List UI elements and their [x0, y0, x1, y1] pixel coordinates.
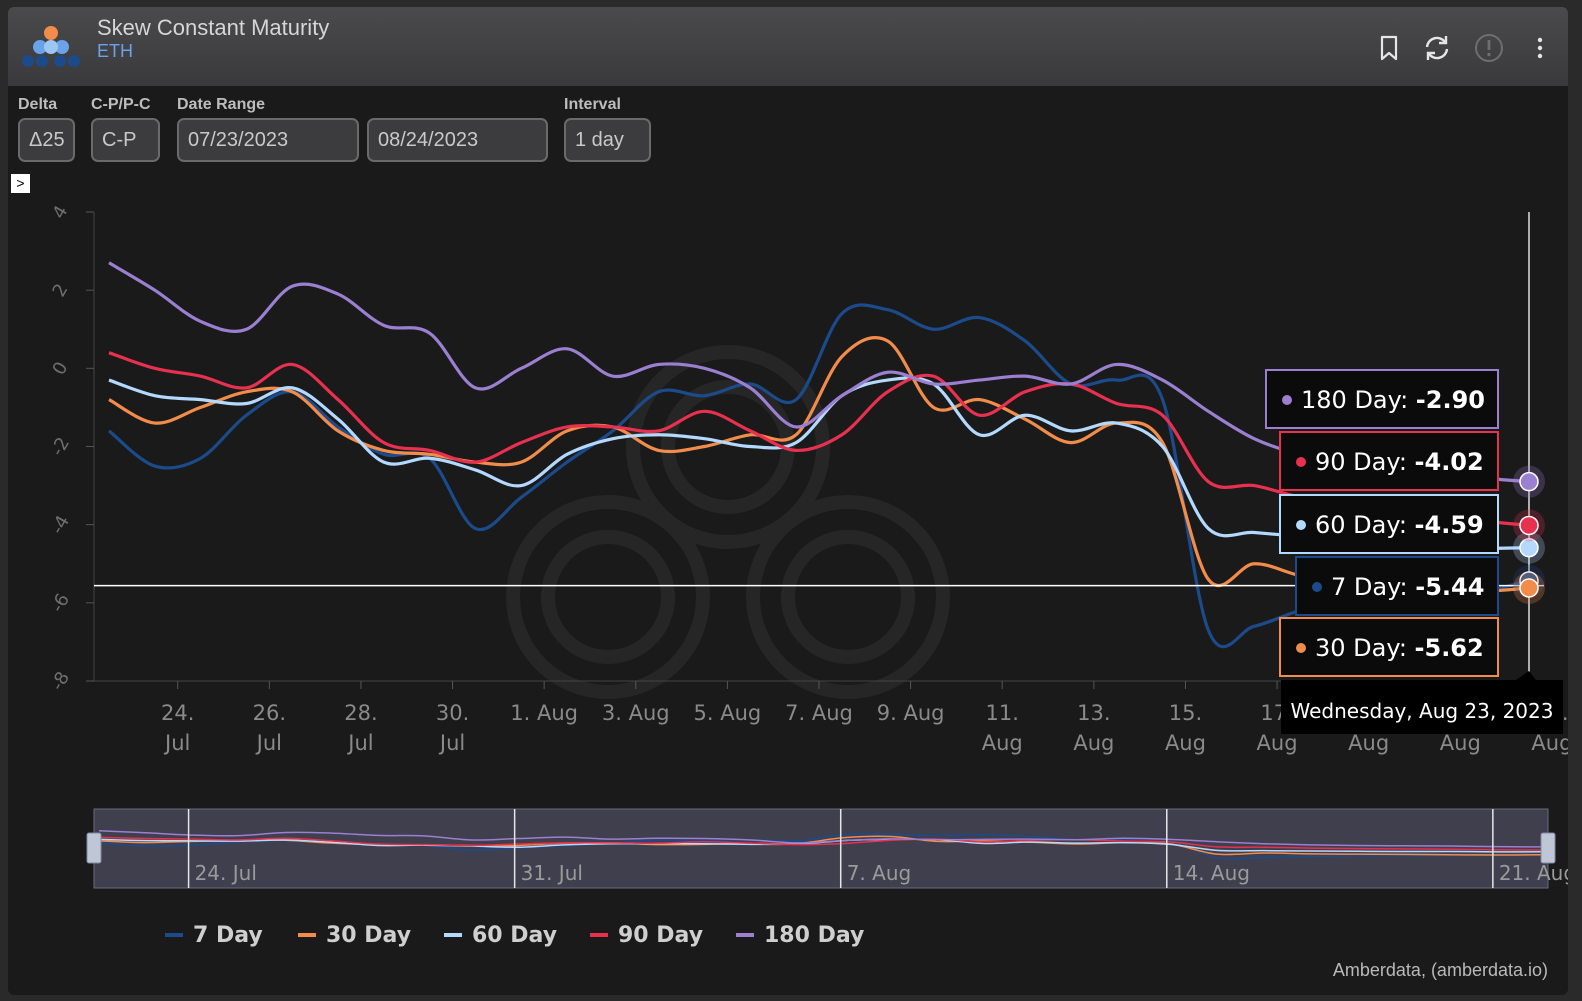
tooltip-label: 7 Day:: [1331, 573, 1415, 601]
tooltip-value: -4.02: [1415, 448, 1484, 476]
skew-chart: 4 2 0 -2 -4 -6 -8 24. Jul 26. Jul 28. Jul 30. Jul 1. Au…: [47, 202, 1568, 948]
x-tick-label: 5. Aug: [694, 701, 762, 725]
x-tick-label: Aug: [1165, 731, 1206, 755]
tooltip-label: 30 Day:: [1315, 634, 1415, 662]
x-tick-label: 3. Aug: [602, 701, 670, 725]
legend-label: 7 Day: [193, 923, 263, 948]
legend-label: 90 Day: [618, 923, 703, 948]
tooltip-text: 90 Day: -4.02: [1315, 448, 1484, 476]
hover-marker: [1519, 515, 1539, 536]
x-tick-label: 15.: [1169, 701, 1202, 725]
x-tick-label: Aug: [1348, 731, 1389, 755]
tooltip-item: 90 Day: -4.02: [1279, 431, 1499, 491]
tooltip-marker: [1312, 582, 1322, 592]
tooltip-text: 7 Day: -5.44: [1331, 573, 1484, 601]
y-tick-label: 0: [48, 358, 72, 378]
x-tick-label: 9. Aug: [877, 701, 945, 725]
tooltip-item: 60 Day: -4.59: [1279, 494, 1499, 554]
x-tick-label: Aug: [1257, 731, 1298, 755]
x-tick-label: 1. Aug: [510, 701, 578, 725]
y-tick-label: 2: [48, 280, 72, 300]
navigator-handle-right[interactable]: [1540, 832, 1556, 864]
tooltip-marker: [1296, 643, 1306, 653]
x-tick-label: 30.: [436, 701, 469, 725]
x-tick-label: 11.: [986, 701, 1019, 725]
navigator-handle-left[interactable]: [86, 832, 102, 864]
hover-marker: [1519, 471, 1539, 492]
y-tick-label: -4: [47, 512, 74, 538]
navigator-tick-label: 21. Aug: [1499, 861, 1568, 885]
tooltip-label: 90 Day:: [1315, 448, 1415, 476]
tooltip-value: -2.90: [1416, 386, 1485, 414]
y-tick-label: 4: [48, 202, 72, 222]
tooltip-value: -4.59: [1415, 511, 1484, 539]
tooltip-item: 180 Day: -2.90: [1265, 369, 1499, 429]
legend-label: 60 Day: [472, 923, 557, 948]
x-tick-label: Jul: [255, 731, 282, 755]
tooltip-text: 30 Day: -5.62: [1315, 634, 1484, 662]
hover-marker: [1519, 578, 1539, 598]
tooltip-value: -5.62: [1415, 634, 1484, 662]
x-tick-label: 13.: [1077, 701, 1110, 725]
tooltip-label: 180 Day:: [1301, 386, 1416, 414]
legend-item-7-day[interactable]: 7 Day: [165, 923, 263, 948]
tooltip-item: 30 Day: -5.62: [1279, 617, 1499, 677]
y-tick-label: -8: [47, 668, 74, 694]
tooltip-text: 60 Day: -4.59: [1315, 511, 1484, 539]
x-tick-label: Aug: [982, 731, 1023, 755]
navigator-tick-label: 31. Jul: [521, 861, 583, 885]
legend-label: 180 Day: [764, 923, 864, 948]
navigator-tick-label: 14. Aug: [1173, 861, 1250, 885]
tooltip-item: 7 Day: -5.44: [1295, 556, 1499, 616]
x-tick-label: 24.: [161, 701, 194, 725]
legend-label: 30 Day: [326, 923, 411, 948]
tooltip-date-text: Wednesday, Aug 23, 2023: [1291, 699, 1554, 723]
watermark-ring: [541, 530, 675, 664]
tooltip-text: 180 Day: -2.90: [1301, 386, 1485, 414]
navigator-tick-label: 24. Jul: [195, 861, 257, 885]
tooltip-label: 60 Day:: [1315, 511, 1415, 539]
legend-item-30-day[interactable]: 30 Day: [298, 923, 411, 948]
skew-widget: Skew Constant Maturity ETH Delta Δ25 C-P…: [8, 7, 1568, 995]
x-tick-label: Jul: [438, 731, 465, 755]
x-tick-label: 28.: [344, 701, 377, 725]
legend-item-90-day[interactable]: 90 Day: [590, 923, 703, 948]
attribution-credit: Amberdata, (amberdata.io): [1332, 960, 1548, 980]
x-tick-label: Aug: [1531, 731, 1568, 755]
watermark-logo: [506, 345, 950, 699]
tooltip-value: -5.44: [1415, 573, 1484, 601]
tooltip-marker: [1282, 395, 1292, 405]
x-tick-label: Aug: [1440, 731, 1481, 755]
watermark-ring: [781, 530, 915, 664]
navigator-tick-label: 7. Aug: [847, 861, 912, 885]
y-tick-label: -2: [47, 434, 74, 460]
x-tick-label: Jul: [163, 731, 190, 755]
tooltip-date: Wednesday, Aug 23, 2023: [1281, 671, 1563, 734]
y-tick-label: -6: [47, 590, 74, 616]
x-tick-label: 7. Aug: [785, 701, 853, 725]
x-tick-label: Jul: [346, 731, 373, 755]
tooltip-marker: [1296, 457, 1306, 467]
tooltip-marker: [1296, 520, 1306, 530]
legend-item-60-day[interactable]: 60 Day: [444, 923, 557, 948]
x-tick-label: Aug: [1073, 731, 1114, 755]
legend-item-180-day[interactable]: 180 Day: [736, 923, 864, 948]
x-tick-label: 26.: [253, 701, 286, 725]
